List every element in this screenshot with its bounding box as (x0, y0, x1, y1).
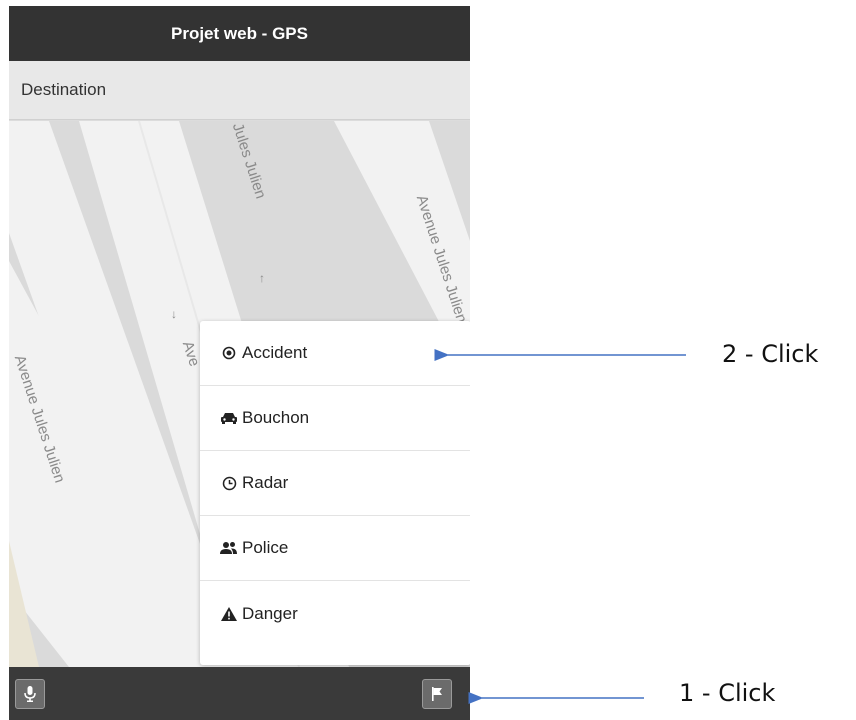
destination-input[interactable]: Destination (9, 61, 470, 120)
app-title: Projet web - GPS (171, 23, 308, 43)
menu-item-label: Bouchon (242, 408, 310, 427)
microphone-icon (24, 686, 36, 702)
menu-item-police[interactable]: Police (200, 516, 470, 581)
menu-item-radar[interactable]: Radar (200, 451, 470, 516)
microphone-button[interactable] (15, 679, 45, 709)
menu-item-label: Police (242, 538, 289, 557)
warning-icon (220, 605, 238, 623)
flag-icon (431, 687, 443, 701)
menu-item-danger[interactable]: Danger (200, 581, 470, 646)
users-icon (220, 539, 238, 557)
car-icon (220, 409, 238, 427)
annotation-step-1: 1 - Click (679, 679, 776, 707)
target-icon (220, 344, 238, 362)
bottom-toolbar (9, 667, 470, 720)
app-title-bar: Projet web - GPS (9, 6, 470, 61)
report-menu: Accident Bouchon Radar Police Danger (200, 321, 470, 665)
destination-placeholder: Destination (21, 80, 107, 99)
menu-item-accident[interactable]: Accident (200, 321, 470, 386)
menu-item-bouchon[interactable]: Bouchon (200, 386, 470, 451)
menu-item-label: Danger (242, 603, 298, 623)
clock-icon (220, 474, 238, 492)
annotation-step-2: 2 - Click (722, 340, 819, 368)
map-arrow-down: ↓ (171, 307, 177, 321)
report-flag-button[interactable] (422, 679, 452, 709)
app-window: Projet web - GPS Destination Jules Julie… (9, 6, 470, 720)
menu-item-label: Radar (242, 473, 289, 492)
map-arrow-up: ↑ (259, 271, 265, 285)
menu-item-label: Accident (242, 343, 308, 362)
